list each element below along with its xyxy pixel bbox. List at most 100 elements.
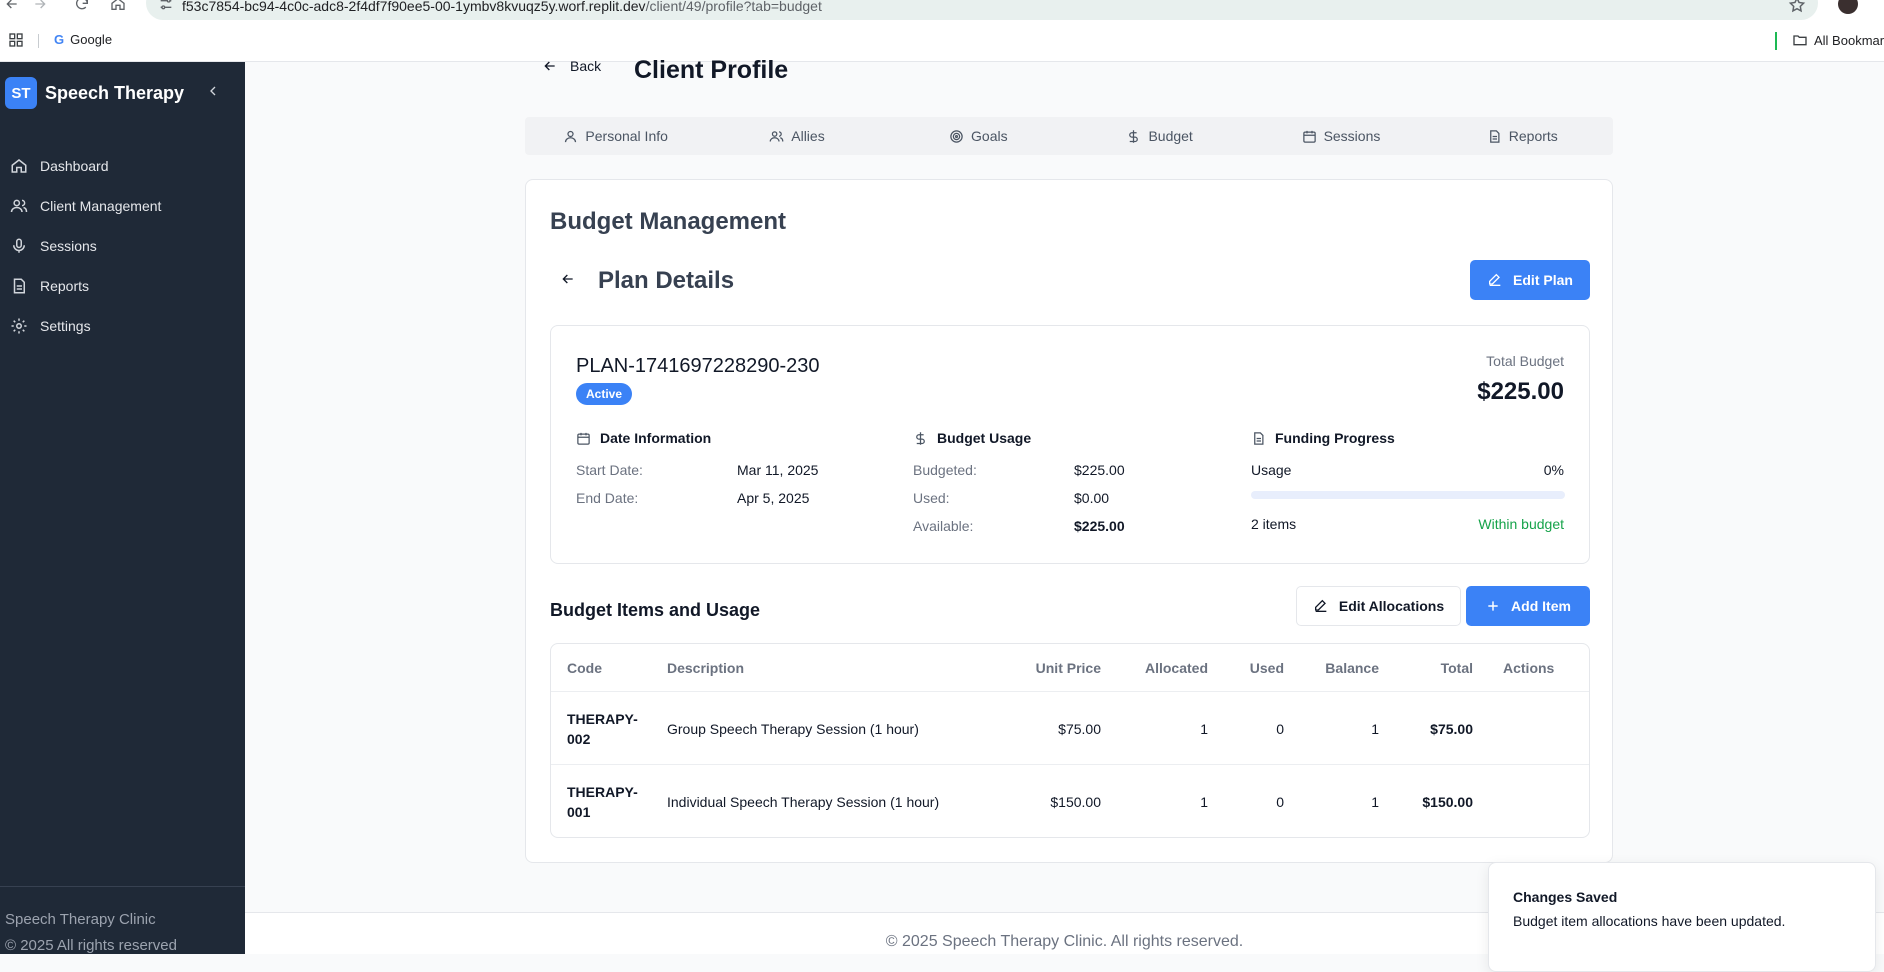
budgeted-label: Budgeted: <box>913 462 977 478</box>
reload-icon[interactable] <box>74 0 94 16</box>
home-browser-icon[interactable] <box>110 0 130 16</box>
row-divider <box>551 764 1589 765</box>
site-info-icon[interactable] <box>158 0 178 16</box>
bookmark-star-icon[interactable] <box>1788 0 1806 14</box>
plus-icon <box>1485 598 1501 614</box>
file-icon <box>1251 431 1266 446</box>
total-budget-value: $225.00 <box>1477 378 1564 405</box>
toast-notification[interactable]: Changes Saved Budget item allocations ha… <box>1488 862 1876 972</box>
back-arrow-icon[interactable] <box>4 0 24 16</box>
apps-grid-icon[interactable] <box>8 32 24 48</box>
users-icon <box>10 197 28 215</box>
edit-icon <box>1313 598 1329 614</box>
profile-tabs: Personal Info Allies Goals Budget Sessio… <box>525 117 1613 155</box>
sidebar-nav: Dashboard Client Management Sessions Rep… <box>0 146 245 346</box>
column-header-total: Total <box>1440 660 1473 676</box>
tab-personal-info[interactable]: Personal Info <box>525 117 706 155</box>
tab-label: Sessions <box>1323 128 1381 144</box>
tab-allies[interactable]: Allies <box>706 117 887 155</box>
budgeted-value: $225.00 <box>1074 462 1125 478</box>
column-header-allocated: Allocated <box>1144 660 1208 676</box>
start-date-label: Start Date: <box>576 462 643 478</box>
url-text[interactable]: f53c7854-bc94-4c0c-adc8-2f4df7f90ee5-00-… <box>182 0 822 14</box>
row-description: Individual Speech Therapy Session (1 hou… <box>667 794 940 810</box>
home-icon <box>10 157 28 175</box>
bookmark-google-label: Google <box>70 32 113 47</box>
status-badge: Active <box>576 383 632 405</box>
budget-status: Within budget <box>1478 516 1564 532</box>
row-balance: 1 <box>1371 794 1379 810</box>
tab-budget[interactable]: Budget <box>1069 117 1250 155</box>
brand-logo: ST <box>5 77 37 109</box>
tab-label: Reports <box>1508 128 1558 144</box>
usage-progress-bar <box>1251 491 1565 499</box>
total-budget-label: Total Budget <box>1486 353 1564 369</box>
all-bookmarks-label: All Bookmarks <box>1814 32 1884 48</box>
budget-card: Budget Management Plan Details Edit Plan… <box>525 179 1613 863</box>
sidebar-item-label: Sessions <box>40 238 97 254</box>
bookmarks-bar: G Google All Bookmarks <box>0 28 1884 52</box>
add-item-button[interactable]: Add Item <box>1466 586 1590 626</box>
collapse-sidebar-icon[interactable] <box>205 83 221 99</box>
budget-usage-title: Budget Usage <box>937 430 1032 446</box>
clinic-name: Speech Therapy Clinic <box>5 911 156 928</box>
row-code-line1: THERAPY- <box>567 784 638 800</box>
funding-progress-heading: Funding Progress <box>1251 430 1395 446</box>
column-header-code: Code <box>567 660 602 676</box>
edit-plan-button[interactable]: Edit Plan <box>1470 260 1590 300</box>
row-description: Group Speech Therapy Session (1 hour) <box>667 721 919 737</box>
row-divider <box>551 691 1589 692</box>
sidebar-item-sessions[interactable]: Sessions <box>0 226 245 266</box>
users-icon <box>769 129 784 144</box>
sidebar-item-client-management[interactable]: Client Management <box>0 186 245 226</box>
row-code-line1: THERAPY- <box>567 711 638 727</box>
dollar-icon <box>913 431 928 446</box>
usage-percent: 0% <box>1543 462 1564 478</box>
add-item-label: Add Item <box>1511 598 1571 614</box>
tab-reports[interactable]: Reports <box>1432 117 1613 155</box>
row-code: THERAPY- 001 <box>567 782 638 822</box>
app-name: Speech Therapy <box>45 82 185 103</box>
sidebar-item-reports[interactable]: Reports <box>0 266 245 306</box>
plan-id: PLAN-1741697228290-230 <box>576 355 820 377</box>
toast-message: Budget item allocations have been update… <box>1513 913 1786 929</box>
edit-allocations-button[interactable]: Edit Allocations <box>1296 586 1461 626</box>
budget-usage-heading: Budget Usage <box>913 430 1031 446</box>
bookmark-google[interactable]: G Google <box>54 32 112 47</box>
sidebar-item-label: Reports <box>40 278 90 294</box>
google-icon: G <box>54 32 65 47</box>
column-header-unit-price: Unit Price <box>1035 660 1101 676</box>
tab-label: Allies <box>791 128 825 144</box>
plan-back-arrow-icon[interactable] <box>560 271 576 287</box>
tab-goals[interactable]: Goals <box>888 117 1069 155</box>
profile-avatar[interactable] <box>1838 0 1858 14</box>
sidebar-item-settings[interactable]: Settings <box>0 306 245 346</box>
row-unit-price: $75.00 <box>1058 721 1101 737</box>
row-unit-price: $150.00 <box>1050 794 1101 810</box>
file-icon <box>10 277 28 295</box>
gear-icon <box>10 317 28 335</box>
sidebar-footer: Speech Therapy Clinic © 2025 All rights … <box>0 886 245 959</box>
tab-label: Goals <box>971 128 1008 144</box>
end-date-label: End Date: <box>576 490 639 506</box>
user-icon <box>563 129 578 144</box>
all-bookmarks[interactable]: All Bookmarks <box>1792 32 1884 48</box>
toast-title: Changes Saved <box>1513 889 1618 905</box>
back-button[interactable]: Back <box>542 58 601 74</box>
forward-arrow-icon[interactable] <box>32 0 52 16</box>
column-header-actions: Actions <box>1503 660 1555 676</box>
brand[interactable]: ST Speech Therapy <box>5 77 184 109</box>
page-title: Client Profile <box>634 56 789 84</box>
tab-label: Budget <box>1148 128 1193 144</box>
sidebar-item-label: Dashboard <box>40 158 109 174</box>
sidebar-item-dashboard[interactable]: Dashboard <box>0 146 245 186</box>
bookmark-separator <box>38 34 39 48</box>
plan-details-title: Plan Details <box>598 267 735 294</box>
mic-icon <box>10 237 28 255</box>
start-date-value: Mar 11, 2025 <box>737 462 819 478</box>
usage-label: Usage <box>1251 462 1292 478</box>
used-label: Used: <box>913 490 950 506</box>
tab-sessions[interactable]: Sessions <box>1250 117 1431 155</box>
sidebar-item-label: Settings <box>40 318 91 334</box>
available-label: Available: <box>913 518 974 534</box>
